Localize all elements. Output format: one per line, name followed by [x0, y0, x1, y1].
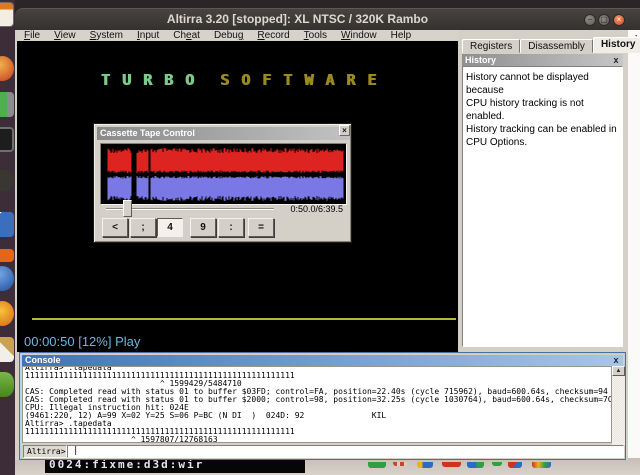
- close-button[interactable]: ×: [613, 14, 625, 26]
- menu-help[interactable]: Help: [384, 30, 419, 41]
- console-window: Console x Altirra> .tapedata 11111111111…: [19, 352, 626, 460]
- menu-debug[interactable]: Debug: [207, 30, 250, 41]
- banner-word-turbo: TURBO: [101, 71, 206, 89]
- close-icon[interactable]: x: [611, 55, 621, 65]
- tape-control-button-3[interactable]: 9: [190, 218, 216, 237]
- console-output-text: Altirra> .tapedata 111111111111111111111…: [25, 366, 611, 443]
- console-titlebar[interactable]: Console x: [22, 355, 623, 366]
- taskbar-icon-fragment: [532, 462, 551, 468]
- menu-cheat[interactable]: Cheat: [166, 30, 207, 41]
- launcher-app-icon[interactable]: [0, 337, 14, 362]
- taskbar-icon-fragment: [393, 462, 407, 466]
- launcher-app-icon[interactable]: [0, 249, 14, 262]
- menu-file[interactable]: File: [17, 30, 47, 41]
- unity-launcher: [0, 0, 15, 475]
- tape-control-button-0[interactable]: <: [102, 218, 128, 237]
- menu-bar: File View System Input Cheat Debug Recor…: [17, 30, 473, 41]
- tape-control-button-2[interactable]: 4: [157, 218, 183, 237]
- launcher-app-icon[interactable]: [0, 127, 14, 152]
- console-input-row: Altirra> |: [22, 445, 625, 459]
- history-panel-header[interactable]: History x: [462, 54, 623, 66]
- taskbar-icon-fragment: [417, 462, 433, 468]
- tab-history[interactable]: History: [593, 37, 640, 53]
- menu-input[interactable]: Input: [130, 30, 166, 41]
- taskbar-icon-fragment: [442, 462, 461, 467]
- window-titlebar[interactable]: Altirra 3.20 [stopped]: XL NTSC / 320K R…: [15, 8, 640, 30]
- tab-registers[interactable]: Registers: [462, 39, 520, 53]
- launcher-app-icon[interactable]: [0, 266, 14, 291]
- desktop: gnin 0024:fixme:d3d:wir Altirra 3.20 [st…: [0, 0, 640, 475]
- maximize-button[interactable]: ▢: [598, 14, 610, 26]
- altirra-window: File View System Input Cheat Debug Recor…: [15, 30, 628, 460]
- minimize-button[interactable]: −: [584, 14, 596, 26]
- tape-time-label: 0:50.0/6:39.5: [290, 204, 343, 214]
- menu-record[interactable]: Record: [250, 30, 296, 41]
- taskbar-icon-fragment: [467, 462, 484, 468]
- window-title: Altirra 3.20 [stopped]: XL NTSC / 320K R…: [15, 12, 580, 26]
- launcher-app-icon[interactable]: [0, 92, 14, 117]
- launcher-app-icon[interactable]: [0, 301, 14, 326]
- menu-system[interactable]: System: [83, 30, 130, 41]
- tape-waveform-graphic: [101, 144, 346, 204]
- debug-panel: Registers Disassembly History History x …: [458, 30, 628, 352]
- close-icon[interactable]: x: [611, 355, 621, 365]
- menu-view[interactable]: View: [47, 30, 83, 41]
- menu-tools[interactable]: Tools: [297, 30, 334, 41]
- launcher-app-icon[interactable]: [0, 168, 14, 193]
- close-icon[interactable]: ×: [339, 125, 350, 136]
- launcher-app-icon[interactable]: [0, 2, 14, 27]
- launcher-app-icon[interactable]: [0, 372, 14, 397]
- tape-control-button-1[interactable]: ;: [130, 218, 156, 237]
- emulator-scanline: [32, 318, 456, 320]
- console-prompt-label: Altirra>: [23, 445, 67, 458]
- cassette-dialog-titlebar[interactable]: Cassette Tape Control: [97, 127, 350, 140]
- taskbar-icon-fragment: [368, 462, 386, 468]
- launcher-app-icon[interactable]: [0, 212, 14, 237]
- cassette-dialog: Cassette Tape Control × 0:50.0/6:39.5 < …: [93, 123, 352, 243]
- console-title: Console: [25, 355, 61, 365]
- tab-disassembly[interactable]: Disassembly: [520, 39, 593, 53]
- emulator-banner-text: TURBO SOFTWARE: [17, 71, 458, 89]
- scroll-up-icon[interactable]: ▲: [612, 366, 625, 376]
- tape-control-button-4[interactable]: :: [218, 218, 244, 237]
- history-panel-body: History cannot be displayed because CPU …: [462, 66, 623, 347]
- debug-panel-tabs: Registers Disassembly History: [462, 37, 640, 53]
- cassette-dialog-title: Cassette Tape Control: [100, 128, 195, 138]
- slider-thumb[interactable]: [123, 200, 132, 217]
- tape-waveform[interactable]: [100, 143, 347, 205]
- tape-control-button-5[interactable]: =: [248, 218, 274, 237]
- launcher-app-icon[interactable]: [0, 56, 14, 81]
- banner-word-software: SOFTWARE: [220, 71, 388, 89]
- console-command-input[interactable]: |: [67, 445, 624, 458]
- history-panel-title: History: [465, 55, 496, 65]
- taskbar-icon-fragment: [508, 462, 522, 468]
- console-output[interactable]: Altirra> .tapedata 111111111111111111111…: [22, 366, 612, 443]
- menu-window[interactable]: Window: [334, 30, 384, 41]
- tape-position-slider[interactable]: [106, 208, 274, 210]
- taskbar-icon-fragment: [492, 462, 502, 466]
- console-scrollbar[interactable]: ▲ ▼: [612, 366, 625, 455]
- tape-status-text: 00:00:50 [12%] Play: [24, 334, 140, 349]
